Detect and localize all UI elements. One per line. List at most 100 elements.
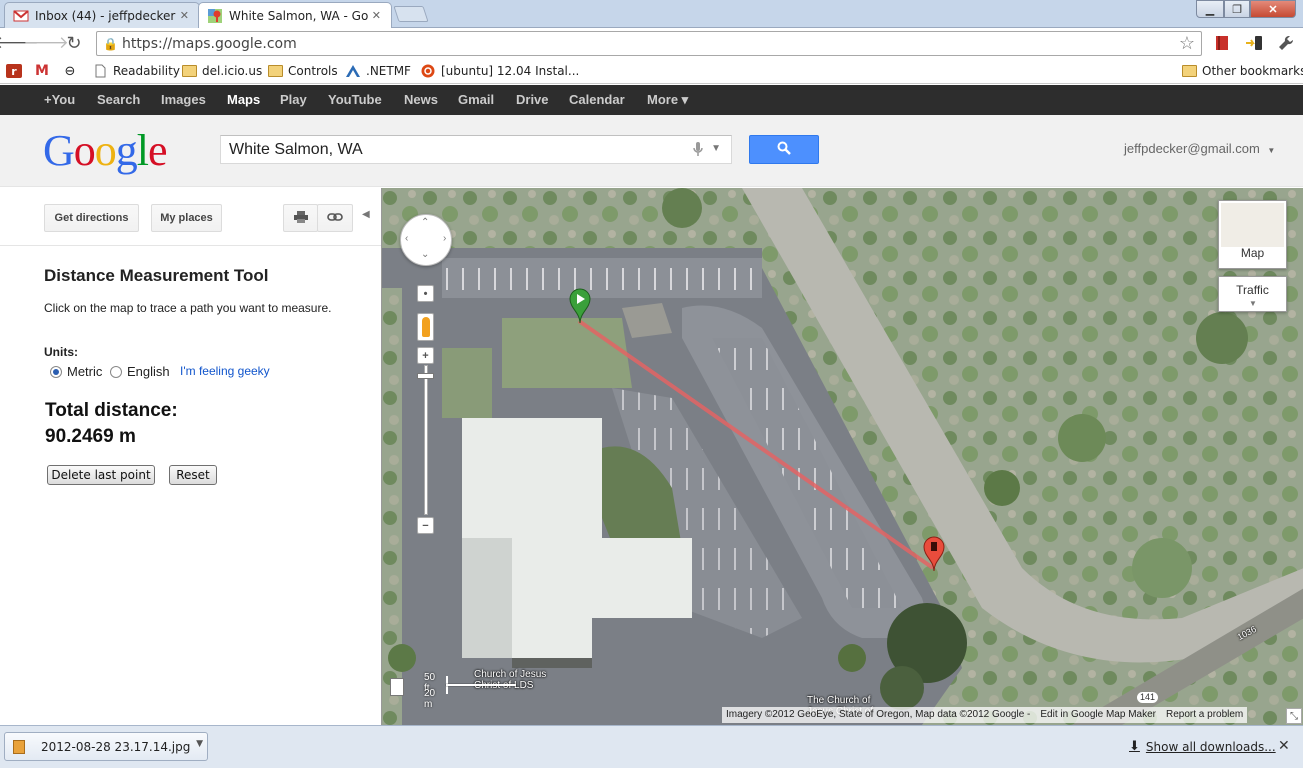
pan-right-icon[interactable]: › [443, 233, 446, 244]
gbar-drive[interactable]: Drive [516, 85, 549, 115]
minimize-button[interactable]: ▁ [1196, 0, 1224, 18]
bookmark-controls[interactable]: Controls [268, 62, 338, 80]
pegman-icon[interactable] [417, 313, 434, 341]
gbar-search[interactable]: Search [97, 85, 140, 115]
zoom-slider-track[interactable] [424, 365, 428, 515]
extension-phone-icon[interactable] [1244, 33, 1264, 53]
bookmark-star-icon[interactable]: ☆ [1179, 33, 1195, 54]
chevron-down-icon[interactable]: ▼ [711, 143, 721, 154]
maximize-button[interactable]: ❐ [1224, 0, 1250, 18]
bookmark-label: Readability [113, 64, 180, 78]
radio-selected[interactable] [50, 365, 62, 378]
zoom-in-button[interactable]: + [417, 347, 434, 364]
bookmark-label: del.icio.us [202, 64, 263, 78]
gbar-play[interactable]: Play [280, 85, 307, 115]
gbar-gmail[interactable]: Gmail [458, 85, 494, 115]
pan-control[interactable]: ⌃ ⌄ ‹ › [400, 214, 452, 266]
geeky-link[interactable]: I'm feeling geeky [180, 364, 270, 378]
bookmark-label: [ubuntu] 12.04 Instal... [441, 64, 580, 78]
gmail-m-icon: M [35, 63, 49, 79]
tab-close-icon[interactable]: ✕ [372, 9, 381, 22]
start-marker-icon[interactable] [569, 288, 591, 327]
download-filename: 2012-08-28 23.17.14.jpg [41, 739, 191, 754]
address-bar[interactable]: 🔒 https://maps.google.com ☆ [96, 31, 1202, 56]
total-distance-value: 90.2469 m [45, 426, 136, 447]
tool-title: Distance Measurement Tool [44, 266, 269, 285]
tab-google-maps[interactable]: White Salmon, WA - Googl ✕ [198, 2, 392, 28]
google-logo[interactable]: Google [43, 126, 168, 175]
wrench-icon[interactable] [1276, 33, 1296, 53]
gbar-news[interactable]: News [404, 85, 438, 115]
map-canvas[interactable]: ⌃ ⌄ ‹ › • + − Map Traffic ▼ Church of Je… [381, 188, 1303, 725]
chevron-down-icon[interactable]: ▼ [196, 739, 203, 749]
bookmark-readability[interactable]: Readability [92, 62, 180, 80]
link-icon [327, 212, 343, 225]
search-button[interactable] [749, 135, 819, 164]
get-directions-button[interactable]: Get directions [44, 204, 139, 232]
search-input[interactable]: White Salmon, WA ▼ [220, 135, 732, 164]
bookmark-delicious[interactable]: del.icio.us [182, 62, 262, 80]
microphone-icon[interactable] [693, 142, 703, 160]
collapse-panel-icon[interactable]: ◀ [362, 209, 370, 220]
pan-up-icon[interactable]: ⌃ [421, 217, 429, 228]
radio-unselected[interactable] [110, 365, 122, 378]
gmail-app-icon[interactable]: M [34, 62, 55, 80]
netmf-icon [345, 64, 361, 78]
logo-letter: o [94, 126, 117, 175]
url-text: https://maps.google.com [121, 35, 297, 52]
place-label[interactable]: Church of Jesus Christ of LDS [474, 669, 554, 691]
print-button[interactable] [283, 204, 318, 232]
folder-icon [182, 65, 197, 77]
reset-button[interactable]: Reset [169, 465, 217, 485]
end-marker-icon[interactable] [923, 536, 945, 575]
readability-app-icon[interactable]: r [6, 62, 27, 80]
tab-close-icon[interactable]: ✕ [180, 9, 189, 22]
locate-icon[interactable]: • [417, 285, 434, 302]
download-item[interactable]: 2012-08-28 23.17.14.jpg ▼ [4, 732, 208, 761]
tab-title: Inbox (44) - jeffpdecker@g [35, 8, 176, 23]
gbar-maps[interactable]: Maps [227, 85, 260, 115]
zoom-out-button[interactable]: − [417, 517, 434, 534]
search-icon [777, 141, 791, 159]
chevron-down-icon: ▼ [1267, 146, 1276, 155]
delete-last-point-button[interactable]: Delete last point [47, 465, 155, 485]
gbar-calendar[interactable]: Calendar [569, 85, 625, 115]
edit-map-maker-link[interactable]: Edit in Google Map Maker [1040, 709, 1156, 721]
zoom-slider-handle[interactable] [417, 373, 434, 379]
delicious-app-icon[interactable]: ⊖ [62, 62, 83, 80]
unit-metric-radio[interactable]: Metric [50, 364, 102, 379]
new-tab-button[interactable] [393, 6, 429, 22]
gbar-youtube[interactable]: YouTube [328, 85, 382, 115]
pan-down-icon[interactable]: ⌄ [421, 249, 429, 260]
reload-icon[interactable]: ↻ [64, 33, 84, 53]
report-problem-link[interactable]: Report a problem [1166, 709, 1243, 721]
bookmark-ubuntu[interactable]: [ubuntu] 12.04 Instal... [420, 62, 579, 80]
search-value: White Salmon, WA [229, 140, 363, 158]
tab-gmail-inbox[interactable]: Inbox (44) - jeffpdecker@g ✕ [4, 2, 200, 28]
chevron-down-icon: ▼ [1249, 299, 1257, 308]
logo-letter: G [43, 126, 75, 175]
map-thumbnail [1221, 203, 1284, 247]
other-bookmarks[interactable]: Other bookmarks [1182, 62, 1303, 80]
gbar-images[interactable]: Images [161, 85, 206, 115]
account-menu[interactable]: jeffpdecker@gmail.com ▼ [1124, 141, 1275, 156]
route-shield: 141 [1137, 692, 1159, 703]
close-window-button[interactable]: ✕ [1250, 0, 1296, 18]
show-all-downloads-link[interactable]: ⬇ Show all downloads... [1129, 739, 1276, 754]
bookmark-netmf[interactable]: .NETMF [345, 62, 411, 80]
map-type-button[interactable]: Map [1218, 200, 1287, 269]
forward-icon[interactable]: 🡒 [23, 33, 69, 53]
google-bar: +You Search Images Maps Play YouTube New… [0, 85, 1303, 115]
expand-icon[interactable]: ⤡ [1286, 708, 1302, 724]
my-places-button[interactable]: My places [151, 204, 222, 232]
gbar-more[interactable]: More ▾ [647, 85, 688, 115]
gbar-plus-you[interactable]: +You [44, 85, 75, 115]
printer-icon [293, 210, 308, 226]
unit-english-radio[interactable]: English [110, 364, 170, 379]
traffic-button[interactable]: Traffic ▼ [1218, 276, 1287, 312]
link-button[interactable] [317, 204, 353, 232]
close-shelf-icon[interactable]: ✕ [1278, 738, 1290, 754]
delicious-icon: ⊖ [64, 63, 76, 79]
pan-left-icon[interactable]: ‹ [405, 233, 408, 244]
extension-book-icon[interactable] [1212, 33, 1232, 53]
